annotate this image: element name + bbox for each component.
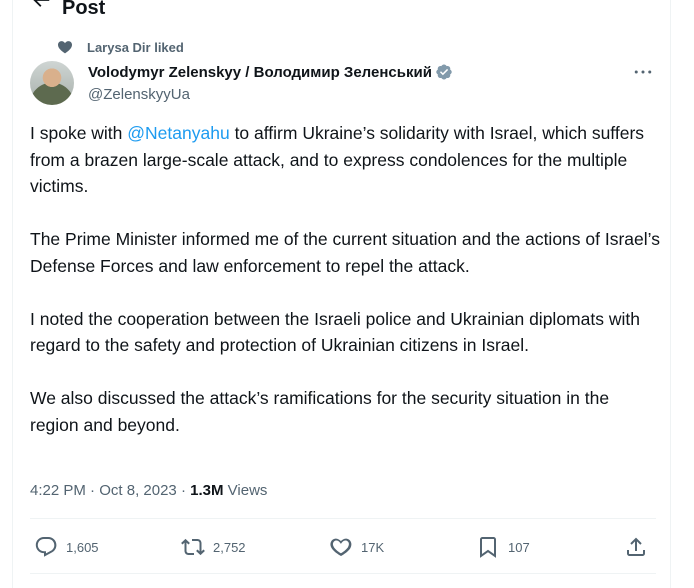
bookmark-icon bbox=[480, 537, 496, 558]
meta-separator: · bbox=[176, 482, 191, 499]
social-context: Larysa Dir liked bbox=[57, 39, 184, 55]
page-title: Post bbox=[62, 0, 106, 19]
author-name-row[interactable]: Volodymyr Zelenskyy / Володимир Зеленськ… bbox=[88, 63, 453, 81]
reply-button[interactable]: 1,605 bbox=[34, 535, 99, 559]
avatar[interactable] bbox=[30, 61, 74, 105]
tweet-text: I spoke with @Netanyahu to affirm Ukrain… bbox=[30, 120, 660, 465]
verified-badge-icon[interactable] bbox=[435, 63, 453, 81]
bookmark-count: 107 bbox=[508, 539, 530, 555]
back-arrow-icon[interactable] bbox=[30, 0, 52, 11]
share-icon bbox=[627, 537, 645, 556]
views-label: Views bbox=[227, 482, 268, 499]
meta-separator: · bbox=[85, 482, 100, 499]
views-count: 1.3M bbox=[190, 482, 224, 499]
author-handle[interactable]: @ZelenskyyUa bbox=[88, 86, 190, 103]
reply-icon bbox=[35, 537, 57, 557]
tweet-text-segment: I spoke with bbox=[30, 123, 128, 143]
tweet-date[interactable]: Oct 8, 2023 bbox=[99, 482, 177, 499]
reply-count: 1,605 bbox=[66, 539, 99, 555]
tweet-paragraph: The Prime Minister informed me of the cu… bbox=[30, 229, 660, 276]
repost-button[interactable]: 2,752 bbox=[181, 535, 246, 559]
more-options-button[interactable] bbox=[630, 62, 656, 82]
retweet-icon bbox=[181, 538, 205, 556]
heart-icon bbox=[58, 41, 72, 54]
tweet-paragraph: I noted the cooperation between the Isra… bbox=[30, 308, 640, 356]
divider bbox=[30, 573, 656, 574]
tweet-paragraph: I spoke with @Netanyahu to affirm Ukrain… bbox=[30, 120, 660, 200]
tweet-time[interactable]: 4:22 PM bbox=[30, 482, 86, 499]
like-button[interactable]: 17K bbox=[329, 535, 384, 559]
social-context-text[interactable]: Larysa Dir liked bbox=[87, 40, 184, 55]
mention-link[interactable]: @Netanyahu bbox=[127, 123, 229, 143]
divider bbox=[30, 518, 656, 519]
bookmark-button[interactable]: 107 bbox=[476, 535, 530, 559]
author-display-name[interactable]: Volodymyr Zelenskyy / Володимир Зеленськ… bbox=[88, 64, 432, 81]
tweet-meta: 4:22 PM · Oct 8, 2023 · 1.3M Views bbox=[30, 482, 267, 499]
page-header bbox=[30, 0, 52, 12]
more-icon bbox=[634, 70, 652, 74]
action-bar: 1,605 2,752 17K 107 bbox=[0, 532, 694, 562]
share-button[interactable] bbox=[624, 535, 656, 559]
like-icon bbox=[330, 538, 352, 556]
tweet-paragraph: We also discussed the attack’s ramificat… bbox=[30, 388, 610, 435]
repost-count: 2,752 bbox=[213, 539, 246, 555]
like-count: 17K bbox=[361, 539, 385, 555]
